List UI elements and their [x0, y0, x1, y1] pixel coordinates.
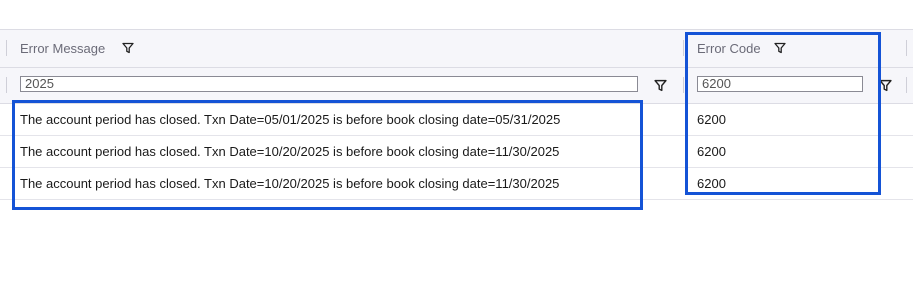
- funnel-icon[interactable]: [774, 42, 786, 54]
- error-message-cell: The account period has closed. Txn Date=…: [20, 112, 561, 127]
- column-separator[interactable]: [906, 40, 907, 56]
- error-grid: Error Message Error Code The account per…: [0, 29, 913, 200]
- error-message-cell: The account period has closed. Txn Date=…: [20, 144, 560, 159]
- table-row[interactable]: The account period has closed. Txn Date=…: [0, 104, 913, 136]
- funnel-icon[interactable]: [122, 42, 134, 54]
- error-code-cell: 6200: [697, 112, 726, 127]
- error-message-cell: The account period has closed. Txn Date=…: [20, 176, 560, 191]
- column-separator: [683, 77, 684, 93]
- table-row[interactable]: The account period has closed. Txn Date=…: [0, 168, 913, 200]
- error-code-cell: 6200: [697, 176, 726, 191]
- funnel-icon[interactable]: [879, 79, 892, 92]
- column-separator: [6, 77, 7, 93]
- column-separator: [906, 77, 907, 93]
- error-code-filter-input[interactable]: [697, 76, 863, 92]
- table-row[interactable]: The account period has closed. Txn Date=…: [0, 136, 913, 168]
- column-header-error-code[interactable]: Error Code: [697, 41, 761, 56]
- grid-filter-row: [0, 68, 913, 104]
- column-header-error-message[interactable]: Error Message: [20, 41, 105, 56]
- column-separator[interactable]: [683, 40, 684, 56]
- error-message-filter-input[interactable]: [20, 76, 638, 92]
- grid-header-row: Error Message Error Code: [0, 29, 913, 68]
- column-separator[interactable]: [6, 40, 7, 56]
- funnel-icon[interactable]: [654, 79, 667, 92]
- error-code-cell: 6200: [697, 144, 726, 159]
